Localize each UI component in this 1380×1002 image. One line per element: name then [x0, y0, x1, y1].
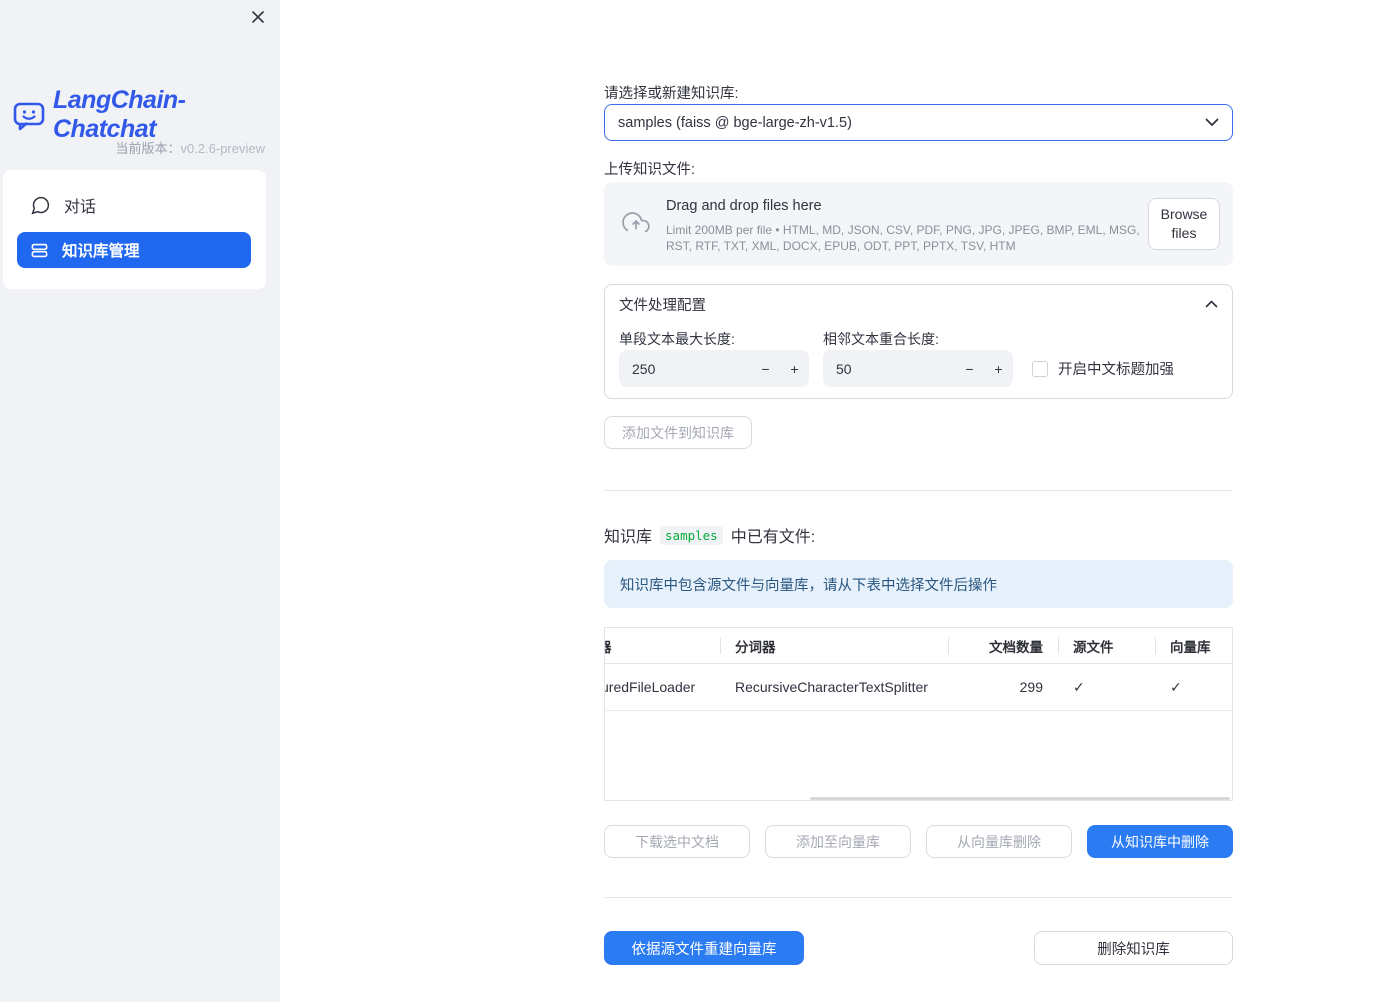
chevron-down-icon — [1205, 118, 1219, 127]
overlap-size-input[interactable]: 50 − + — [823, 350, 1013, 387]
browse-files-button[interactable]: Browse files — [1148, 198, 1220, 250]
rebuild-vector-store-button[interactable]: 依据源文件重建向量库 — [604, 931, 804, 965]
file-dropzone[interactable]: Drag and drop files here Limit 200MB per… — [604, 182, 1233, 266]
check-icon: ✓ — [1073, 678, 1085, 695]
sidebar-item-knowledge-base[interactable]: 知识库管理 — [17, 232, 251, 268]
version-value: v0.2.6-preview — [180, 141, 265, 156]
close-icon — [250, 9, 266, 25]
chunk-size-value[interactable]: 250 — [619, 361, 751, 377]
kb-selected-value: samples (faiss @ bge-large-zh-v1.5) — [618, 114, 852, 131]
zh-title-enhance-checkbox[interactable] — [1032, 360, 1048, 377]
overlap-size-value[interactable]: 50 — [823, 361, 955, 377]
kb-line-prefix: 知识库 — [604, 529, 653, 546]
divider — [604, 897, 1233, 898]
chunk-size-increment-button[interactable]: + — [780, 350, 809, 387]
kb-select-label: 请选择或新建知识库: — [604, 86, 739, 102]
logo-title: LangChain-Chatchat — [53, 86, 186, 143]
download-selected-docs-button[interactable]: 下载选中文档 — [604, 825, 750, 858]
column-header-vector-store[interactable]: 向量库 — [1155, 628, 1232, 663]
app-logo: LangChain-Chatchat — [12, 86, 280, 144]
overlap-size-decrement-button[interactable]: − — [955, 350, 984, 387]
column-header-source-file[interactable]: 源文件 — [1058, 628, 1155, 663]
stack-icon — [30, 241, 49, 260]
column-header-splitter[interactable]: 分词器 — [720, 628, 948, 663]
delete-from-vector-store-button[interactable]: 从向量库删除 — [926, 825, 1072, 858]
sidebar-item-dialogue[interactable]: 对话 — [17, 187, 251, 223]
file-config-expander: 文件处理配置 单段文本最大长度: 相邻文本重合长度: 250 − + 50 − … — [604, 284, 1233, 399]
file-config-expander-header[interactable]: 文件处理配置 — [605, 285, 1232, 323]
kb-files-table: 器 分词器 文档数量 源文件 向量库 uredFileLoader Recurs… — [604, 627, 1233, 801]
zh-title-enhance-row: 开启中文标题加强 — [1032, 358, 1174, 379]
kb-selectbox[interactable]: samples (faiss @ bge-large-zh-v1.5) — [604, 104, 1233, 141]
column-header-doc-count[interactable]: 文档数量 — [948, 628, 1058, 663]
sidebar-nav: 对话 知识库管理 — [3, 170, 266, 289]
chat-smiley-logo-icon — [12, 100, 46, 131]
langchain-chatchat-app: LangChain-Chatchat 当前版本：v0.2.6-preview 对… — [0, 0, 1380, 1002]
divider — [604, 490, 1233, 491]
sidebar-item-label: 对话 — [64, 199, 97, 216]
column-header-loader[interactable]: 器 — [605, 628, 720, 663]
chat-bubble-icon — [30, 195, 51, 216]
chevron-up-icon — [1205, 300, 1218, 308]
overlap-size-increment-button[interactable]: + — [984, 350, 1013, 387]
add-files-to-kb-button[interactable]: 添加文件到知识库 — [604, 416, 752, 449]
dropzone-title: Drag and drop files here — [666, 198, 822, 214]
kb-name-code: samples — [660, 525, 723, 545]
close-sidebar-button[interactable] — [247, 6, 269, 28]
kb-existing-files-line: 知识库 samples 中已有文件: — [604, 523, 815, 547]
cloud-upload-icon — [621, 210, 651, 238]
table-header-row: 器 分词器 文档数量 源文件 向量库 — [605, 628, 1232, 664]
add-to-vector-store-button[interactable]: 添加至向量库 — [765, 825, 911, 858]
version-label: 当前版本： — [115, 141, 181, 156]
upload-files-label: 上传知识文件: — [604, 162, 696, 178]
info-banner: 知识库中包含源文件与向量库，请从下表中选择文件后操作 — [604, 560, 1233, 608]
zh-title-enhance-label: 开启中文标题加强 — [1058, 362, 1174, 378]
cell-doc-count: 299 — [1019, 679, 1043, 695]
version-line: 当前版本：v0.2.6-preview — [0, 138, 265, 157]
cell-loader: uredFileLoader — [605, 679, 696, 695]
table-horizontal-scrollbar[interactable] — [810, 797, 1230, 800]
delete-from-kb-button[interactable]: 从知识库中删除 — [1087, 825, 1233, 858]
chunk-size-label: 单段文本最大长度: — [619, 331, 735, 347]
sidebar-item-label: 知识库管理 — [62, 243, 140, 260]
cell-splitter: RecursiveCharacterTextSplitter — [735, 679, 928, 695]
cell-source-file-check: ✓ — [1058, 664, 1155, 710]
cell-vector-store-check: ✓ — [1155, 664, 1232, 710]
chunk-size-decrement-button[interactable]: − — [751, 350, 780, 387]
kb-line-suffix: 中已有文件: — [730, 529, 816, 546]
chunk-size-input[interactable]: 250 − + — [619, 350, 809, 387]
table-row[interactable]: uredFileLoader RecursiveCharacterTextSpl… — [605, 664, 1232, 711]
check-icon: ✓ — [1170, 678, 1182, 695]
file-config-title: 文件处理配置 — [619, 297, 706, 314]
delete-kb-button[interactable]: 删除知识库 — [1034, 931, 1233, 965]
overlap-size-label: 相邻文本重合长度: — [823, 331, 939, 347]
dropzone-limit-text: Limit 200MB per file • HTML, MD, JSON, C… — [666, 223, 1140, 253]
sidebar: LangChain-Chatchat 当前版本：v0.2.6-preview 对… — [0, 0, 280, 1002]
